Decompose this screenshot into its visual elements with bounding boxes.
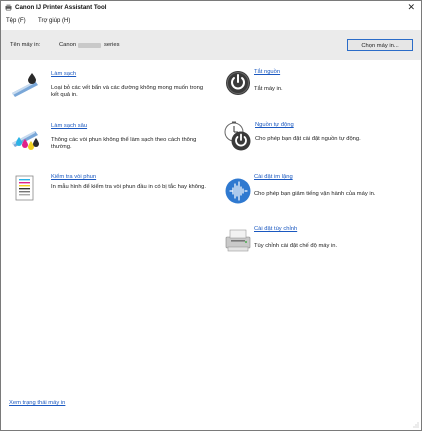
printer-model-redacted: [78, 43, 101, 48]
app-icon: [5, 4, 12, 11]
auto-power-desc: Cho phép bạn đặt cài đặt nguồn tự động.: [255, 136, 361, 142]
cleaning-link[interactable]: Làm sạch: [51, 71, 76, 77]
power-off-link[interactable]: Tắt nguồn: [254, 69, 280, 75]
power-off-desc: Tắt máy in.: [254, 86, 283, 92]
app-window: Canon IJ Printer Assistant Tool ✕ Tệp (F…: [0, 0, 422, 431]
deep-cleaning-link[interactable]: Làm sạch sâu: [51, 123, 87, 129]
printer-name-label: Tên máy in:: [10, 42, 41, 48]
nozzle-check-icon[interactable]: [11, 174, 39, 202]
cleaning-desc: Loại bỏ các vết bẩn và các đường không m…: [51, 85, 204, 99]
printer-name-suffix: series: [104, 42, 120, 48]
auto-power-link[interactable]: Nguồn tự động: [255, 122, 294, 128]
quiet-settings-icon[interactable]: [224, 176, 252, 204]
custom-settings-link[interactable]: Cài đặt tùy chỉnh: [254, 226, 297, 232]
view-printer-status-link[interactable]: Xem trạng thái máy in: [9, 400, 65, 406]
close-icon[interactable]: ✕: [407, 2, 415, 13]
deep-cleaning-icon[interactable]: [11, 123, 39, 151]
quiet-settings-desc: Cho phép bạn giảm tiếng vận hành của máy…: [254, 191, 376, 197]
menu-bar: Tệp (F) Trợ giúp (H): [1, 16, 421, 27]
nozzle-check-link[interactable]: Kiểm tra vòi phun: [51, 174, 96, 180]
select-printer-button[interactable]: Chọn máy in...: [347, 39, 413, 51]
menu-help[interactable]: Trợ giúp (H): [38, 18, 70, 24]
power-off-icon[interactable]: [224, 68, 252, 96]
custom-settings-desc: Tùy chỉnh cài đặt chế độ máy in.: [254, 243, 338, 249]
deep-cleaning-desc: Thông các vòi phun không thể làm sạch th…: [51, 137, 197, 151]
printer-bar: Tên máy in: Canon series Chọn máy in...: [1, 30, 421, 60]
printer-name-prefix: Canon: [59, 42, 77, 48]
resize-grip-icon[interactable]: [413, 422, 419, 428]
title-bar: Canon IJ Printer Assistant Tool ✕: [1, 1, 421, 15]
quiet-settings-link[interactable]: Cài đặt im lặng: [254, 174, 293, 180]
custom-settings-icon[interactable]: [224, 227, 252, 255]
window-title: Canon IJ Printer Assistant Tool: [15, 4, 107, 11]
menu-file[interactable]: Tệp (F): [6, 18, 26, 24]
cleaning-icon[interactable]: [11, 71, 39, 99]
auto-power-icon[interactable]: [222, 121, 252, 151]
nozzle-check-desc: In mẫu hình để kiểm tra vòi phun đầu in …: [51, 184, 207, 190]
